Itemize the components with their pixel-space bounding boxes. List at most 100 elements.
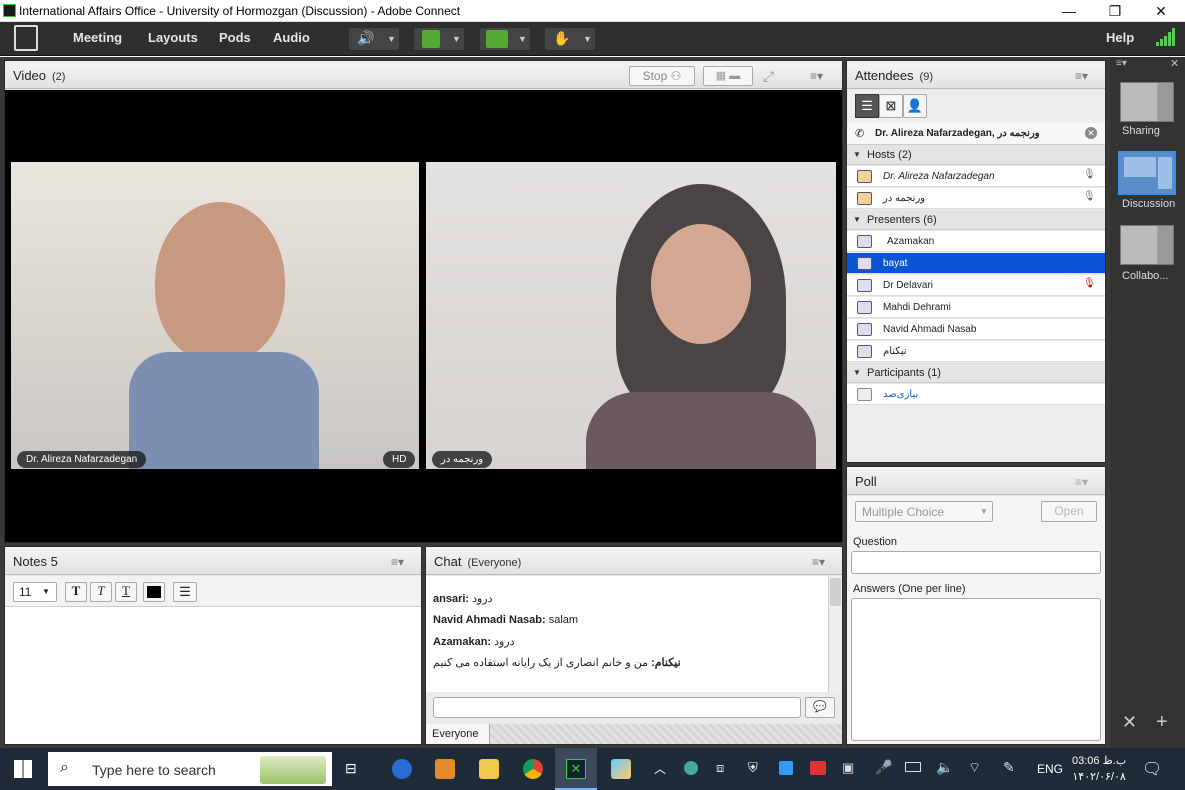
wifi-icon[interactable]: ⌔ [968,759,981,777]
attendee-row[interactable]: نیکنام [847,341,1105,362]
add-layout-icon[interactable]: + [1156,711,1168,734]
group-hosts[interactable]: ▼ Hosts (2) [847,145,1105,165]
task-view-icon[interactable]: ⊟ [345,760,357,777]
chevron-up-icon[interactable]: ︿ [654,760,666,777]
open-poll-button[interactable]: Open [1041,501,1097,522]
underline-button[interactable]: T [115,582,137,602]
raise-hand-toggle[interactable]: ✋ ▼ [545,28,595,50]
pod-menu-icon[interactable]: ≡▾ [1075,69,1088,83]
video-feed-1[interactable]: Dr. Alireza Nafarzadegan HD [11,162,419,469]
pod-menu-icon[interactable]: ≡▾ [391,555,404,569]
send-message-button[interactable]: 💬 [805,697,835,718]
pod-menu-icon[interactable]: ≡▾ [1075,475,1088,489]
stop-video-button[interactable]: Stop ⚇ [629,66,695,86]
pod-menu-icon[interactable]: ≡▾ [812,555,825,569]
attendee-row[interactable]: Mahdi Dehrami [847,297,1105,318]
tray-app-icon[interactable] [684,761,698,775]
attendee-row[interactable]: ورنجمه در 🎙 [847,188,1105,209]
attendee-row[interactable]: Azamakan [847,231,1105,252]
layout-thumb-discussion[interactable] [1118,151,1176,195]
webcam-toggle[interactable]: ▼ [480,28,530,50]
attendee-row-selected[interactable]: bayat [847,253,1105,274]
pod-title: Video (2) [13,68,65,83]
attendee-row[interactable]: Dr. Alireza Nafarzadegan 🎙 [847,166,1105,187]
video-name-label: Dr. Alireza Nafarzadegan [17,451,147,468]
menu-audio[interactable]: Audio [273,30,310,45]
attendee-row[interactable]: Dr Delavari 🎙 [847,275,1105,296]
security-shield-icon[interactable]: ⛨ [748,760,758,776]
layout-thumb-sharing[interactable] [1120,82,1174,122]
tray-device-icon[interactable]: ⧈ [716,760,724,776]
chat-message-list: ansari: درود Navid Ahmadi Nasab: salam A… [426,576,828,692]
close-icon[interactable]: ✕ [1170,57,1179,70]
layout-toggle[interactable]: ▦ ▬ [703,66,753,86]
edge-browser-icon[interactable] [392,759,412,779]
attendees-pod: Attendees (9) ≡▾ ☰ ⊠ 👤 ✆ Dr. Alireza Nafa… [846,60,1106,463]
speaker-toggle[interactable]: 🔊 ▼ [349,28,399,50]
adobe-connect-logo-icon[interactable] [14,25,38,51]
display-icon[interactable]: ▣ [842,760,854,776]
minimize-button[interactable]: — [1046,0,1092,22]
pod-title: Chat (Everyone) [434,554,521,569]
search-highlight-image [260,756,326,784]
chrome-icon[interactable] [523,759,543,779]
pen-icon[interactable]: ✎ [1003,759,1015,776]
group-participants[interactable]: ▼ Participants (1) [847,363,1105,383]
video-feed-2[interactable]: ورنجمه در [426,162,836,469]
microphone-toggle[interactable]: ▼ [414,28,464,50]
question-input[interactable] [851,551,1101,574]
media-player-icon[interactable] [435,759,455,779]
adobe-connect-taskbar-button[interactable]: ✕ [555,748,597,790]
fullscreen-icon[interactable]: ⤢ [763,68,774,85]
attendee-view-toolbar: ☰ ⊠ 👤 [847,90,1105,123]
maximize-button[interactable]: ❐ [1092,0,1138,22]
font-size-select[interactable]: 11 ▼ [13,582,57,602]
status-view-icon[interactable]: 👤 [903,94,927,118]
poll-type-select[interactable]: Multiple Choice ▼ [855,501,993,522]
bold-button[interactable]: T [65,582,87,602]
input-language[interactable]: ENG [1037,762,1063,776]
menu-pods[interactable]: Pods [219,30,251,45]
italic-button[interactable]: T [90,582,112,602]
settings-icon[interactable]: ✕ [1122,712,1137,733]
tray-app-icon[interactable] [810,761,826,775]
connection-status-icon[interactable] [1156,28,1176,48]
chat-tab-everyone[interactable]: Everyone [426,724,490,744]
menu-meeting[interactable]: Meeting [73,30,122,45]
pod-menu-icon[interactable]: ≡▾ [810,69,823,83]
file-explorer-icon[interactable] [479,759,499,779]
layouts-menu-icon[interactable]: ≡▾ [1116,58,1127,69]
taskbar-clock[interactable]: 03:06 ب.ظ ۱۴۰۲/۰۶/۰۸ [1072,754,1126,783]
microphone-icon[interactable]: 🎤 [875,759,892,776]
collapse-icon: ▼ [853,215,861,224]
layout-thumb-collaboration[interactable] [1120,225,1174,265]
attendee-row[interactable]: بیاری‌صد [847,384,1105,405]
text-color-button[interactable] [143,582,165,602]
notifications-icon[interactable]: 🗨 [1142,759,1162,779]
scroll-thumb[interactable] [830,578,841,606]
breakout-view-icon[interactable]: ⊠ [879,94,903,118]
answers-textarea[interactable] [851,598,1101,741]
clear-selection-icon[interactable]: ✕ [1085,127,1097,139]
menu-help[interactable]: Help [1106,30,1134,45]
chat-message-input[interactable] [433,697,801,718]
taskbar-search-box[interactable]: ⌕ Type here to search [48,752,332,786]
attendee-name: ورنجمه در [883,193,926,204]
window-title: International Affairs Office - Universit… [19,4,461,18]
group-presenters[interactable]: ▼ Presenters (6) [847,210,1105,230]
battery-icon[interactable] [905,762,921,772]
windows-start-icon[interactable] [14,760,32,778]
volume-icon[interactable]: 🔈 [936,759,953,776]
bullet-list-button[interactable]: ☰ [173,582,197,602]
menu-layouts[interactable]: Layouts [148,30,198,45]
hand-icon: ✋ [553,30,571,46]
webcam-icon [486,30,508,48]
notes-text-area[interactable] [5,607,421,744]
close-button[interactable]: ✕ [1138,0,1184,22]
presenter-icon [857,323,872,336]
attendee-row[interactable]: Navid Ahmadi Nasab [847,319,1105,340]
list-view-icon[interactable]: ☰ [855,94,879,118]
chat-scrollbar[interactable] [828,576,842,692]
paint-icon[interactable] [611,759,631,779]
tray-app-icon[interactable] [779,761,793,775]
